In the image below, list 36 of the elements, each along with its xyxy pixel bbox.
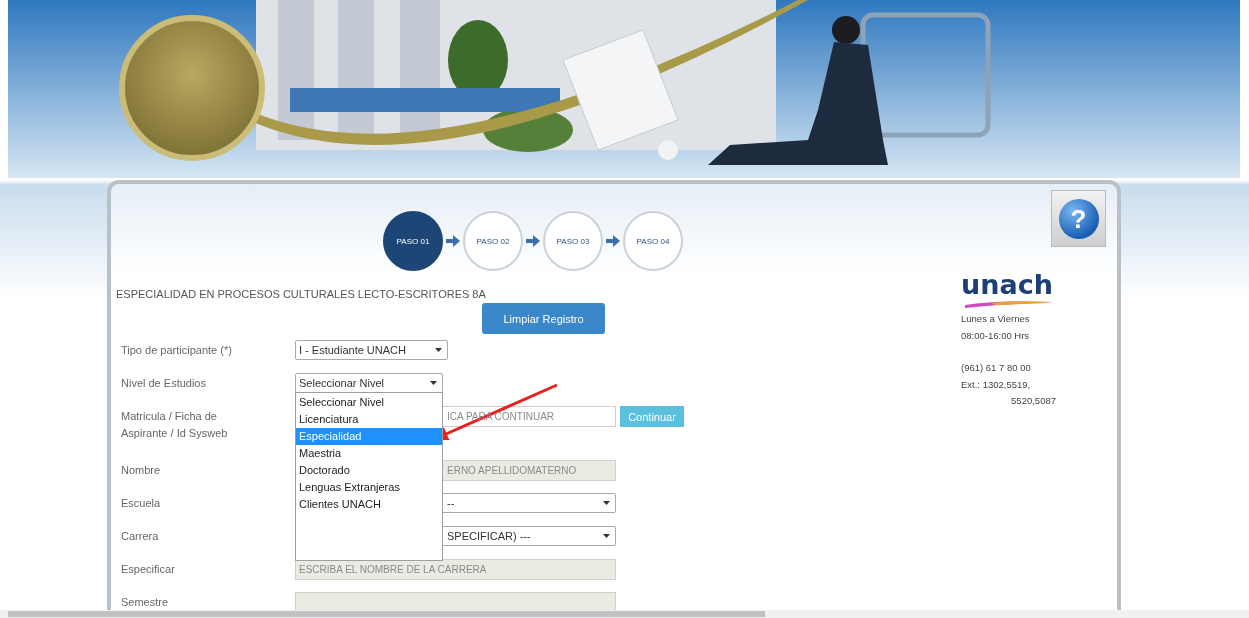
dropdown-option[interactable]: Lenguas Extranjeras <box>296 479 442 496</box>
scrollbar[interactable] <box>0 610 1249 618</box>
phone-text: 5520,5087 <box>1010 394 1056 408</box>
phone-text: (961) 61 7 80 00 <box>961 361 1032 375</box>
dropdown-option[interactable]: Licenciatura <box>296 411 442 428</box>
arrow-icon <box>446 234 460 248</box>
caret-icon <box>430 381 437 385</box>
field-label: Nivel de Estudios <box>120 376 207 391</box>
arrow-icon <box>526 234 540 248</box>
step-circle[interactable]: PASO 03 <box>543 211 603 271</box>
clear-button[interactable]: Limpiar Registro <box>482 303 605 334</box>
caret-icon <box>603 534 610 538</box>
dropdown-option[interactable]: Doctorado <box>296 462 442 479</box>
arrow-icon <box>606 234 620 248</box>
step-circle[interactable]: PASO 04 <box>623 211 683 271</box>
phone-text: Ext.: 1302,5519, <box>961 377 1032 392</box>
field-label: Carrera <box>120 529 160 544</box>
field-label: Nombre <box>120 463 162 478</box>
field-label: Semestre <box>120 595 170 610</box>
hours-text: Lunes a Viernes <box>961 312 1031 326</box>
dropdown-option[interactable]: Maestria <box>296 445 442 462</box>
select-field[interactable]: I - Estudiante UNACH <box>295 340 448 360</box>
caret-icon <box>435 348 442 352</box>
program-title: ESPECIALIDAD EN PROCESOS CULTURALES LECTO-ESCRITORES 8A <box>116 288 487 300</box>
dropdown-option[interactable]: Clientes UNACH <box>296 496 442 513</box>
step-circle[interactable]: PASO 01 <box>383 211 443 271</box>
field-label: Tipo de participante (*) <box>120 343 233 358</box>
unach-logo: unach <box>961 271 1053 299</box>
field-label: Matricula / Ficha de Aspirante / Id Sysweb <box>120 409 229 441</box>
select-field[interactable]: Seleccionar Nivel <box>295 373 443 393</box>
step-circle[interactable]: PASO 02 <box>463 211 523 271</box>
hours-text: 08:00-16:00 Hrs <box>961 328 1031 343</box>
scrollbar-thumb[interactable] <box>8 611 765 617</box>
caret-icon <box>603 501 610 505</box>
field-label: Escuela <box>120 496 162 511</box>
field-label: Especificar <box>120 562 176 577</box>
